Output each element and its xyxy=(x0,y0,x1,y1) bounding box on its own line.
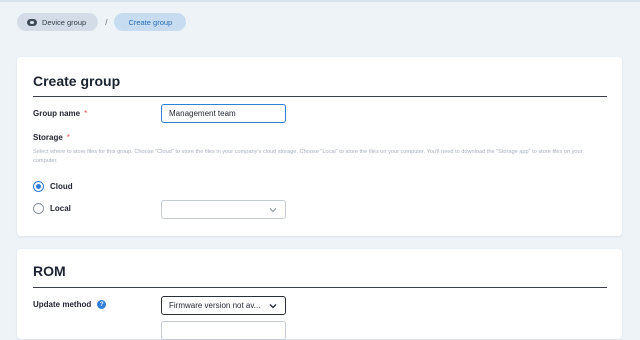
cloud-radio[interactable] xyxy=(33,181,44,192)
local-storage-select[interactable] xyxy=(161,200,286,219)
help-icon[interactable]: ? xyxy=(97,300,107,309)
title-divider xyxy=(33,96,607,97)
update-method-select[interactable]: Firmware version not av... xyxy=(161,296,286,315)
top-border xyxy=(0,0,640,2)
update-method-secondary-select[interactable] xyxy=(161,321,286,340)
storage-option-cloud[interactable]: Cloud xyxy=(33,181,73,192)
required-mark: * xyxy=(84,109,88,118)
create-group-title: Create group xyxy=(33,73,121,89)
breadcrumb-device-group-label: Device group xyxy=(42,17,87,27)
cloud-radio-label: Cloud xyxy=(50,182,73,191)
breadcrumb-separator: / xyxy=(105,17,108,27)
update-method-label: Update method ? xyxy=(33,300,107,309)
group-name-label-text: Group name xyxy=(33,109,81,118)
breadcrumb-create-group[interactable]: Create group xyxy=(114,13,187,31)
rom-title: ROM xyxy=(33,263,66,279)
update-method-select-value: Firmware version not av... xyxy=(169,301,261,310)
rom-card: ROM Update method ? Firmware version not… xyxy=(17,249,622,340)
chevron-down-icon xyxy=(269,207,277,212)
breadcrumb-device-group[interactable]: Device group xyxy=(17,13,99,31)
breadcrumb-create-group-label: Create group xyxy=(128,17,173,27)
local-radio-label: Local xyxy=(50,204,71,213)
device-group-icon xyxy=(27,18,37,26)
storage-label: Storage * xyxy=(33,133,70,142)
create-group-card: Create group Group name* Storage* Select… xyxy=(17,57,622,236)
chevron-down-icon xyxy=(269,303,277,308)
group-name-input[interactable] xyxy=(161,104,286,123)
storage-hint: Select where to store files for this gro… xyxy=(33,149,583,164)
breadcrumb: Device group / Create group xyxy=(17,13,187,31)
rom-divider xyxy=(33,287,607,288)
storage-label-text: Storage xyxy=(33,133,63,142)
group-name-label: Group name * xyxy=(33,109,87,118)
local-radio[interactable] xyxy=(33,203,44,214)
required-mark: * xyxy=(66,133,70,142)
update-method-label-text: Update method xyxy=(33,300,92,309)
storage-option-local[interactable]: Local xyxy=(33,203,71,214)
